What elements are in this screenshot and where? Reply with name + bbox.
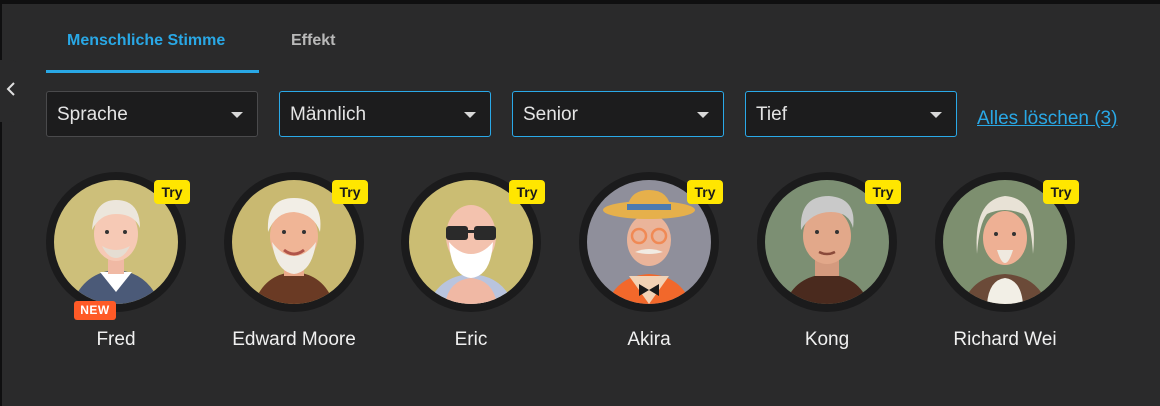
try-voice-button[interactable]: Try: [1043, 180, 1079, 204]
age-select[interactable]: Senior: [512, 91, 724, 137]
voice-card-edward-moore[interactable]: Try Edward Moore: [205, 172, 383, 362]
active-tab-indicator: [46, 70, 259, 73]
age-select-label: Senior: [523, 104, 578, 125]
collapse-sidebar-button[interactable]: [0, 60, 22, 122]
tab-effect[interactable]: Effekt: [291, 32, 335, 50]
gender-select[interactable]: Männlich: [279, 91, 491, 137]
try-voice-button[interactable]: Try: [332, 180, 368, 204]
voice-name: Edward Moore: [232, 329, 356, 350]
language-select-label: Sprache: [57, 104, 128, 125]
try-voice-button[interactable]: Try: [509, 180, 545, 204]
voice-card-fred[interactable]: Try NEW Fred: [27, 172, 205, 362]
pitch-select[interactable]: Tief: [745, 91, 957, 137]
gender-select-label: Männlich: [290, 104, 367, 125]
chevron-left-icon: [6, 81, 16, 102]
tab-human-voice[interactable]: Menschliche Stimme: [67, 32, 225, 50]
voice-name: Richard Wei: [953, 329, 1057, 350]
caret-down-icon: [697, 112, 709, 118]
voice-card-eric[interactable]: Try Eric: [382, 172, 560, 362]
voice-card-kong[interactable]: Try Kong: [738, 172, 916, 362]
try-voice-button[interactable]: Try: [687, 180, 723, 204]
try-voice-button[interactable]: Try: [154, 180, 190, 204]
pitch-select-label: Tief: [756, 104, 787, 125]
language-select[interactable]: Sprache: [46, 91, 258, 137]
try-voice-button[interactable]: Try: [865, 180, 901, 204]
voice-name: Fred: [96, 329, 136, 350]
caret-down-icon: [464, 112, 476, 118]
new-badge: NEW: [74, 301, 116, 320]
voice-card-akira[interactable]: Try Akira: [560, 172, 738, 362]
clear-all-filters-link[interactable]: Alles löschen (3): [977, 108, 1117, 130]
voice-name: Akira: [627, 329, 671, 350]
voice-name: Kong: [804, 329, 850, 350]
caret-down-icon: [231, 112, 243, 118]
caret-down-icon: [930, 112, 942, 118]
voice-card-richard-wei[interactable]: Try Richard Wei: [916, 172, 1094, 362]
voice-name: Eric: [454, 329, 488, 350]
voice-type-tabs: Menschliche Stimme Effekt: [46, 22, 366, 74]
